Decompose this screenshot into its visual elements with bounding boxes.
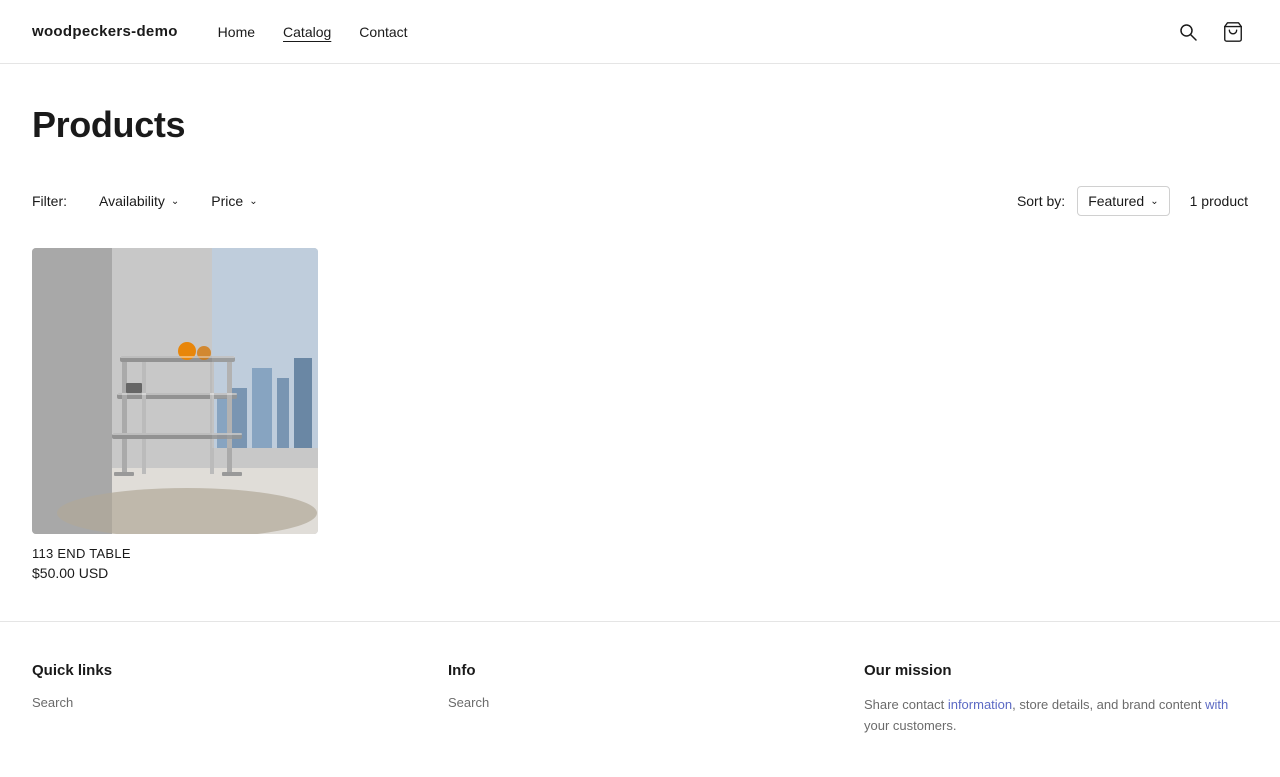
sort-select[interactable]: Featured ⌄: [1077, 186, 1169, 216]
product-count: 1 product: [1190, 193, 1248, 209]
footer-mission-text: Share contact information, store details…: [864, 695, 1248, 737]
footer-info-search[interactable]: Search: [448, 695, 832, 710]
footer-highlight-2: with: [1205, 697, 1228, 712]
cart-icon: [1222, 21, 1244, 43]
filter-label: Filter:: [32, 193, 67, 209]
availability-chevron-icon: ⌄: [171, 196, 179, 207]
availability-label: Availability: [99, 193, 165, 209]
nav-contact[interactable]: Contact: [359, 24, 407, 40]
product-image: [32, 248, 318, 534]
product-price: $50.00 USD: [32, 565, 318, 581]
page-title: Products: [32, 104, 1248, 146]
footer-grid: Quick links Search Info Search Our missi…: [32, 662, 1248, 737]
nav-home[interactable]: Home: [218, 24, 255, 40]
price-filter[interactable]: Price ⌄: [203, 189, 265, 213]
main-nav: Home Catalog Contact: [218, 24, 408, 40]
sort-label: Sort by:: [1017, 193, 1065, 209]
product-name: 113 END TABLE: [32, 546, 318, 561]
main-content: Products Filter: Availability ⌄ Price ⌄ …: [0, 64, 1280, 621]
price-chevron-icon: ⌄: [249, 196, 257, 207]
footer-info: Info Search: [448, 662, 832, 737]
footer-highlight-1: information: [948, 697, 1012, 712]
footer-quick-links: Quick links Search: [32, 662, 416, 737]
footer-mission-title: Our mission: [864, 662, 1248, 679]
nav-catalog[interactable]: Catalog: [283, 24, 331, 40]
price-label: Price: [211, 193, 243, 209]
brand-logo[interactable]: woodpeckers-demo: [32, 23, 178, 40]
footer-quick-links-title: Quick links: [32, 662, 416, 679]
cart-button[interactable]: [1218, 17, 1248, 47]
filter-left: Filter: Availability ⌄ Price ⌄: [32, 189, 266, 213]
product-card[interactable]: 113 END TABLE $50.00 USD: [32, 248, 318, 581]
header-left: woodpeckers-demo Home Catalog Contact: [32, 23, 408, 40]
filter-bar: Filter: Availability ⌄ Price ⌄ Sort by: …: [32, 186, 1248, 216]
product-image-wrap: [32, 248, 318, 534]
footer-mission: Our mission Share contact information, s…: [864, 662, 1248, 737]
products-grid: 113 END TABLE $50.00 USD: [32, 248, 1248, 581]
sort-chevron-icon: ⌄: [1150, 196, 1158, 207]
header-right: [1174, 17, 1248, 47]
footer-quick-links-search[interactable]: Search: [32, 695, 416, 710]
availability-filter[interactable]: Availability ⌄: [91, 189, 187, 213]
footer: Quick links Search Info Search Our missi…: [0, 621, 1280, 777]
footer-info-title: Info: [448, 662, 832, 679]
search-button[interactable]: [1174, 18, 1202, 46]
search-icon: [1178, 22, 1198, 42]
sort-right: Sort by: Featured ⌄ 1 product: [1017, 186, 1248, 216]
sort-selected-value: Featured: [1088, 193, 1144, 209]
header: woodpeckers-demo Home Catalog Contact: [0, 0, 1280, 64]
